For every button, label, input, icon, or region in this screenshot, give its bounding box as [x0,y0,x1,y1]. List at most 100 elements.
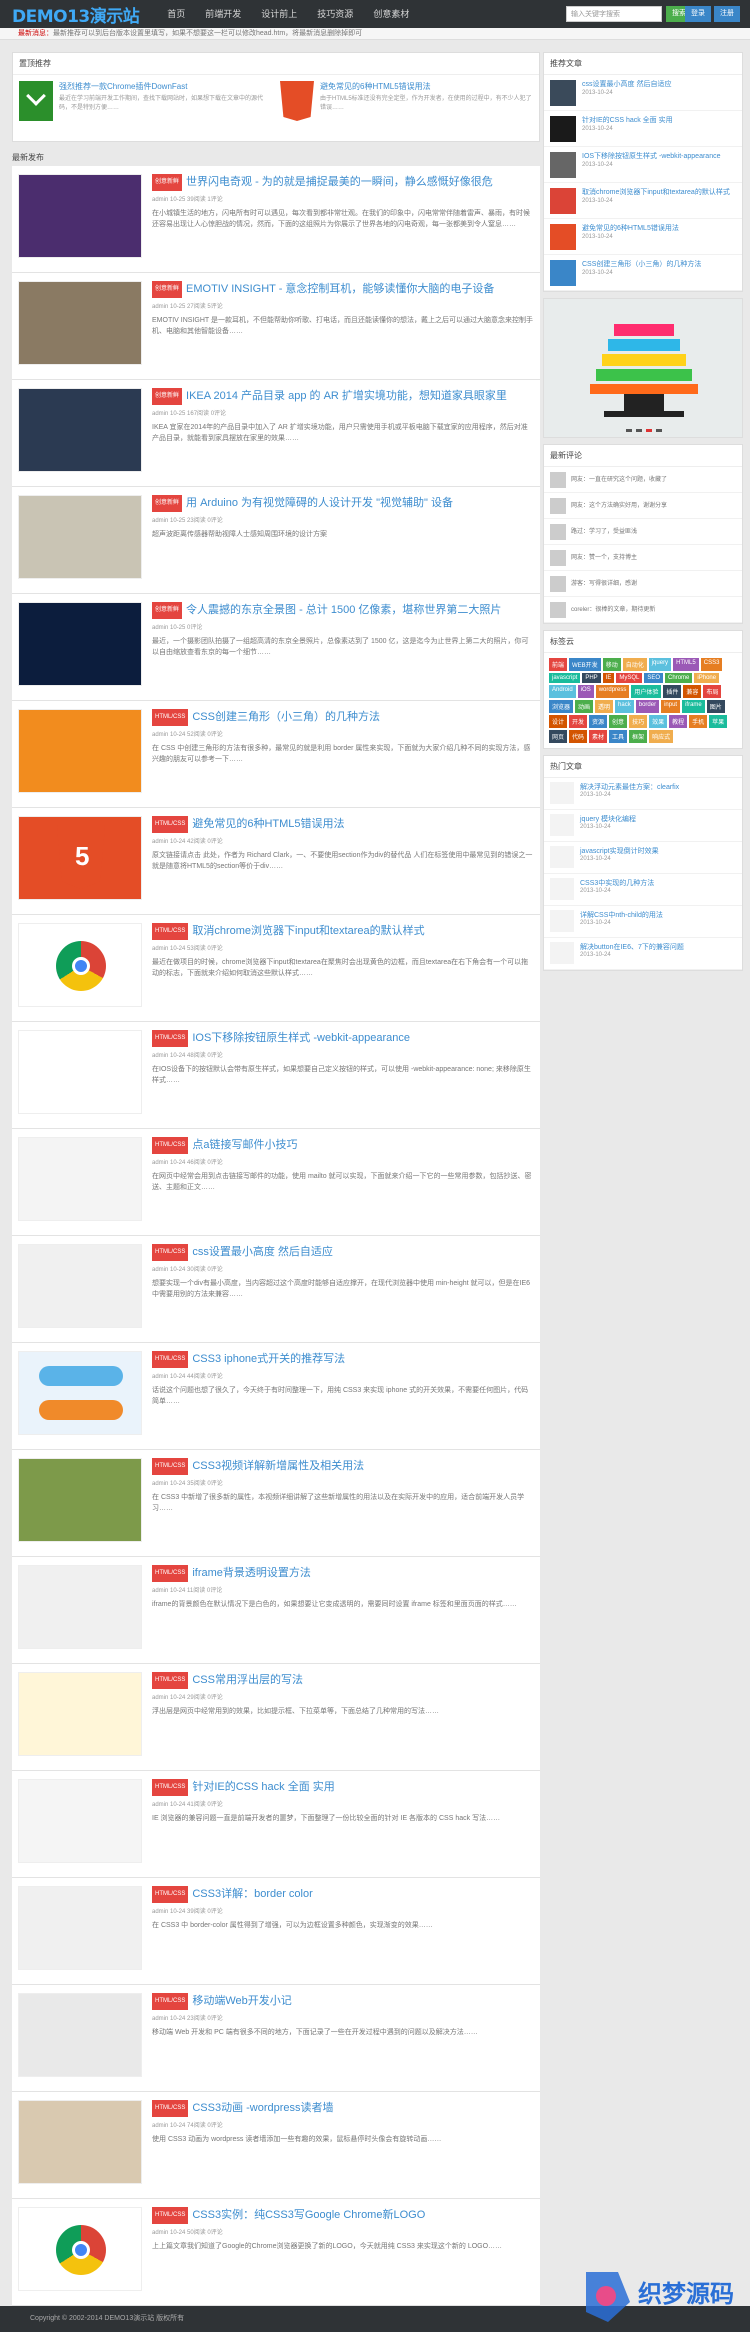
post-title[interactable]: HTML/CSS CSS常用浮出层的写法 [152,1672,534,1689]
category-badge[interactable]: HTML/CSS [152,1779,189,1796]
tag-chip[interactable]: 透明 [595,700,614,713]
tag-chip[interactable]: 设计 [549,715,568,728]
category-badge[interactable]: 创意新鲜 [152,388,183,405]
tag-chip[interactable]: border [635,700,660,713]
post-title[interactable]: HTML/CSS 针对IE的CSS hack 全面 实用 [152,1779,534,1796]
post-title[interactable]: HTML/CSS CSS3实例：纯CSS3写Google Chrome新LOGO [152,2207,534,2224]
post-title[interactable]: HTML/CSS iframe背景透明设置方法 [152,1565,534,1582]
ad-banner[interactable] [543,298,743,438]
side-recent-item[interactable]: IOS下移除按钮原生样式 -webkit-appearance 2013-10-2… [544,147,742,183]
tag-chip[interactable]: 动画 [575,700,594,713]
tag-chip[interactable]: Android [549,685,576,698]
post-thumbnail[interactable] [18,1244,142,1328]
tag-chip[interactable]: WEB开发 [569,658,601,671]
category-badge[interactable]: HTML/CSS [152,1137,189,1154]
category-badge[interactable]: 创意新鲜 [152,495,183,512]
recommend-item-title[interactable]: 避免常见的6种HTML5错误用法 [320,81,533,92]
post-title[interactable]: 创意新鲜用 Arduino 为有视觉障碍的人设计开发 "视觉辅助" 设备 [152,495,534,512]
post-title-text[interactable]: CSS常用浮出层的写法 [192,1674,303,1686]
side-item-title[interactable]: css设置最小高度 然后自适应 [582,80,671,90]
tag-chip[interactable]: 前端 [549,658,568,671]
category-badge[interactable]: HTML/CSS [152,1244,189,1261]
post-title-text[interactable]: 世界闪电奇观 - 为的就是捕捉最美的一瞬间，静么感慨好像很危 [186,176,493,188]
login-button[interactable]: 登录 [685,6,711,22]
search-input[interactable]: 输入关键字搜索 [566,6,662,22]
category-badge[interactable]: HTML/CSS [152,709,189,726]
post-thumbnail[interactable] [18,2100,142,2184]
post-title-text[interactable]: 令人震撼的东京全景图 - 总计 1500 亿像素，堪称世界第二大照片 [186,604,501,616]
category-badge[interactable]: HTML/CSS [152,2207,189,2224]
tag-chip[interactable]: 自动化 [622,658,647,671]
nav-creative[interactable]: 创意素材 [363,0,419,28]
tag-chip[interactable]: 工具 [609,730,628,743]
side-recent-item[interactable]: 避免常见的6种HTML5错误用法 2013-10-24 [544,219,742,255]
post-thumbnail[interactable] [18,1672,142,1756]
hot-item[interactable]: 详解CSS中nth-child的用法 2013-10-24 [544,906,742,938]
category-badge[interactable]: HTML/CSS [152,2100,189,2117]
post-title-text[interactable]: iframe背景透明设置方法 [192,1567,311,1579]
side-recent-item[interactable]: css设置最小高度 然后自适应 2013-10-24 [544,75,742,111]
hot-item-title[interactable]: CSS3中实现的几种方法 [580,878,654,888]
comment-item[interactable]: 网友：这个方法确实好用，谢谢分享 [544,493,742,519]
nav-tips[interactable]: 技巧资源 [307,0,363,28]
tag-chip[interactable]: 用户体验 [631,685,662,698]
category-badge[interactable]: HTML/CSS [152,1351,189,1368]
comment-item[interactable]: 游客：写得很详细，感谢 [544,571,742,597]
post-title[interactable]: HTML/CSS 点a链接写邮件小技巧 [152,1137,534,1154]
category-badge[interactable]: 创意新鲜 [152,174,183,191]
post-title[interactable]: HTML/CSS CSS3详解：border color [152,1886,534,1903]
post-title-text[interactable]: CSS创建三角形（小三角）的几种方法 [192,711,380,723]
register-button[interactable]: 注册 [714,6,740,22]
tag-chip[interactable]: 效果 [649,715,668,728]
side-item-title[interactable]: 避免常见的6种HTML5错误用法 [582,224,679,234]
tag-chip[interactable]: MySQL [616,673,643,683]
tag-chip[interactable]: 网页 [549,730,568,743]
tag-chip[interactable]: iframe [682,700,705,713]
tag-chip[interactable]: 图片 [706,700,725,713]
tag-chip[interactable]: 苹果 [709,715,728,728]
post-title-text[interactable]: EMOTIV INSIGHT - 意念控制耳机，能够读懂你大脑的电子设备 [186,283,494,295]
comment-item[interactable]: 网友：一直在研究这个问题，收藏了 [544,467,742,493]
post-thumbnail[interactable] [18,602,142,686]
tag-chip[interactable]: 技巧 [629,715,648,728]
side-recent-item[interactable]: CSS创建三角形（小三角）的几种方法 2013-10-24 [544,255,742,291]
hot-item-title[interactable]: javascript实现倒计时效果 [580,846,659,856]
recommend-item[interactable]: 强烈推荐一款Chrome插件DownFast 最近在学习前端开发工作期间，查找下载… [19,81,272,133]
nav-frontend[interactable]: 前端开发 [195,0,251,28]
hot-item-title[interactable]: 解决button在IE6、7下的兼容问题 [580,942,684,952]
post-title[interactable]: HTML/CSS CSS创建三角形（小三角）的几种方法 [152,709,534,726]
post-thumbnail[interactable] [18,1351,142,1435]
tag-chip[interactable]: wordpress [595,685,630,698]
post-title-text[interactable]: 取消chrome浏览器下input和textarea的默认样式 [192,925,424,937]
tag-chip[interactable]: input [661,700,681,713]
post-thumbnail[interactable] [18,1565,142,1649]
post-thumbnail[interactable] [18,2207,142,2291]
post-title-text[interactable]: CSS3动画 -wordpress读者墙 [192,2102,333,2114]
category-badge[interactable]: HTML/CSS [152,923,189,940]
hot-item[interactable]: 解决button在IE6、7下的兼容问题 2013-10-24 [544,938,742,970]
post-title-text[interactable]: 移动端Web开发小记 [192,1995,291,2007]
post-thumbnail[interactable] [18,1137,142,1221]
recommend-item-title[interactable]: 强烈推荐一款Chrome插件DownFast [59,81,272,92]
hot-item-title[interactable]: 解决浮动元素最佳方案：clearfix [580,782,679,792]
category-badge[interactable]: HTML/CSS [152,1030,189,1047]
post-title-text[interactable]: CSS3详解：border color [192,1888,312,1900]
hot-item[interactable]: javascript实现倒计时效果 2013-10-24 [544,842,742,874]
post-title-text[interactable]: CSS3实例：纯CSS3写Google Chrome新LOGO [192,2209,425,2221]
category-badge[interactable]: HTML/CSS [152,1458,189,1475]
post-thumbnail[interactable] [18,709,142,793]
category-badge[interactable]: HTML/CSS [152,1672,189,1689]
category-badge[interactable]: HTML/CSS [152,816,189,833]
post-title[interactable]: HTML/CSS 避免常见的6种HTML5错误用法 [152,816,534,833]
post-title[interactable]: HTML/CSS 取消chrome浏览器下input和textarea的默认样式 [152,923,534,940]
post-title[interactable]: HTML/CSS css设置最小高度 然后自适应 [152,1244,534,1261]
post-thumbnail[interactable] [18,495,142,579]
tag-chip[interactable]: PHP [582,673,601,683]
post-title-text[interactable]: IKEA 2014 产品目录 app 的 AR 扩增实境功能，想知道家具眼家里 [186,390,507,402]
tag-chip[interactable]: iOS [577,685,594,698]
tag-chip[interactable]: 教程 [669,715,688,728]
tag-chip[interactable]: 框架 [629,730,648,743]
tag-chip[interactable]: javascript [549,673,581,683]
nav-design[interactable]: 设计前上 [251,0,307,28]
comment-item[interactable]: coreler：很棒的文章，期待更新 [544,597,742,623]
